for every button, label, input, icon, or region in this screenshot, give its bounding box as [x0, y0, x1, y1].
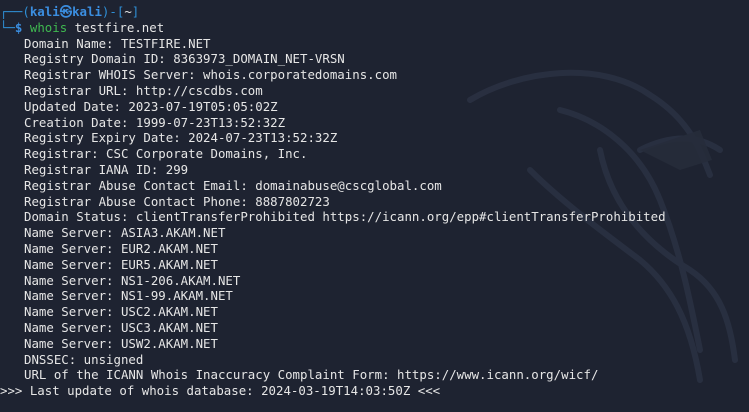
output-line: Name Server: NS1-206.AKAM.NET	[24, 272, 241, 288]
output-line: Registrar Abuse Contact Phone: 888780272…	[24, 193, 330, 209]
prompt-at-symbol: ㉿	[59, 4, 73, 19]
output-line: Name Server: NS1-99.AKAM.NET	[24, 288, 233, 304]
prompt-user: kali	[29, 4, 60, 19]
prompt-cwd: ~	[124, 4, 132, 19]
terminal-output: ┌──(kali㉿kali)-[~] └─$ whois testfire.ne…	[0, 4, 749, 399]
output-line: Name Server: EUR5.AKAM.NET	[24, 256, 218, 272]
command-name: whois	[29, 19, 68, 35]
last-update-line: >>> Last update of whois database: 2024-…	[0, 383, 441, 399]
command-argument: testfire.net	[74, 19, 165, 35]
prompt-host: kali	[72, 4, 102, 19]
output-line: URL of the ICANN Whois Inaccuracy Compla…	[24, 367, 599, 383]
output-line: Updated Date: 2023-07-19T05:05:02Z	[24, 98, 278, 114]
prompt-line-2: └─$ whois testfire.net	[0, 19, 165, 35]
output-line: Name Server: USW2.AKAM.NET	[24, 335, 218, 351]
prompt-line-1: ┌──(kali㉿kali)-[~]	[0, 4, 140, 19]
output-line: Name Server: ASIA3.AKAM.NET	[24, 225, 226, 241]
output-line: Name Server: USC2.AKAM.NET	[24, 304, 218, 320]
prompt-dollar: $	[14, 19, 23, 35]
output-line: Registry Expiry Date: 2024-07-23T13:52:3…	[24, 130, 338, 146]
output-line: Registrar WHOIS Server: whois.corporated…	[24, 67, 397, 83]
output-line: Registrar Abuse Contact Email: domainabu…	[24, 177, 442, 193]
terminal-window[interactable]: ┌──(kali㉿kali)-[~] └─$ whois testfire.ne…	[0, 0, 749, 412]
output-line: DNSSEC: unsigned	[24, 351, 144, 367]
output-line: Creation Date: 1999-07-23T13:52:32Z	[24, 114, 286, 130]
output-line: Registrar IANA ID: 299	[24, 161, 189, 177]
output-line: Registry Domain ID: 8363973_DOMAIN_NET-V…	[24, 51, 345, 67]
output-line: Domain Name: TESTFIRE.NET	[24, 35, 211, 51]
output-line: Registrar: CSC Corporate Domains, Inc.	[24, 146, 308, 162]
output-line: Domain Status: clientTransferProhibited …	[24, 209, 666, 225]
output-line: Name Server: USC3.AKAM.NET	[24, 319, 218, 335]
output-line: Name Server: EUR2.AKAM.NET	[24, 240, 218, 256]
output-line: Registrar URL: http://cscdbs.com	[24, 82, 263, 98]
